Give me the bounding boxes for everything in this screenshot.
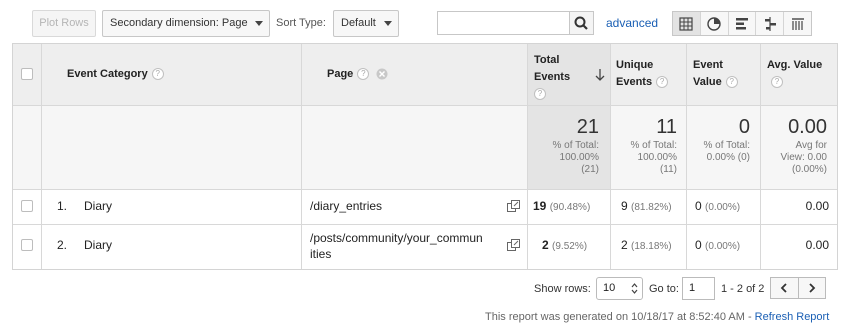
total-events-total: 21 [576,116,599,138]
pager [770,277,826,299]
pivot-view-button[interactable] [784,12,811,35]
secondary-dimension-select[interactable]: Secondary dimension: Page [102,10,270,37]
event-category-link[interactable]: Diary [84,238,112,252]
total-events-cell: 2 (9.52%) [542,238,588,252]
event-value-cell: 0 (0.00%) [695,199,741,213]
pie-view-icon [707,16,721,31]
pagination-range: 1 - 2 of 2 [721,283,765,295]
sort-type-label: Sort Type: [276,17,326,29]
stepper-icon [631,283,638,294]
plot-rows-button[interactable]: Plot Rows [32,10,96,37]
show-rows-label: Show rows: [534,283,591,295]
row-checkbox[interactable] [21,200,33,212]
help-icon[interactable]: ? [357,68,370,81]
avg-value-total-sub: Avg for View: 0.00 (0.00%) [780,140,827,175]
remove-dimension-icon[interactable] [376,68,388,80]
unique-events-total: 11 [656,116,677,138]
unique-events-cell: 9 (81.82%) [621,199,672,213]
event-value-total: 0 [738,116,750,138]
header-unique-events[interactable]: Unique Events? [616,57,669,91]
search-icon [574,16,588,30]
page-link[interactable]: /posts/community/your_commun ities [310,230,483,262]
event-value-total-sub: % of Total: 0.00% (0) [703,140,750,163]
next-page-button[interactable] [799,278,826,298]
view-switcher [672,11,812,36]
pie-view-button[interactable] [701,12,729,35]
help-icon[interactable]: ? [534,88,546,101]
pivot-view-icon [791,17,804,30]
comparison-view-button[interactable] [756,12,785,35]
show-rows-select[interactable]: 10 [596,277,643,300]
help-icon[interactable]: ? [151,68,164,81]
avg-value-cell: 0.00 [805,238,829,252]
header-event-category[interactable]: Event Category? [67,66,164,83]
total-events-cell: 19 (90.48%) [533,199,591,213]
header-avg-value[interactable]: Avg. Value ? [767,57,822,91]
event-value-cell: 0 (0.00%) [695,238,741,252]
goto-label: Go to: [649,283,679,295]
report-generated-text: This report was generated on 10/18/17 at… [485,311,830,323]
chevron-left-icon [780,283,787,293]
avg-value-cell: 0.00 [805,199,829,213]
table-view-icon [679,16,693,31]
avg-value-total: 0.00 [788,116,827,138]
chevron-down-icon [384,21,392,26]
header-total-events[interactable]: Total Events ? [534,52,570,103]
chevron-right-icon [809,283,816,293]
header-page[interactable]: Page? [327,66,388,83]
comparison-view-icon [764,16,776,31]
row-index: 1. [57,199,68,213]
external-link-icon[interactable] [507,199,520,212]
sort-type-value: Default [341,17,376,29]
table-view-button[interactable] [673,12,701,35]
unique-events-total-sub: % of Total: 100.00% (11) [630,140,677,175]
search-button[interactable] [569,11,594,35]
page-link[interactable]: /diary_entries [310,199,382,213]
event-category-link[interactable]: Diary [84,199,112,213]
performance-view-button[interactable] [729,12,757,35]
secondary-dimension-label: Secondary dimension: Page [110,17,248,29]
row-index: 2. [57,238,68,252]
report-table: Event Category? Page? Total Events ? Uni… [12,43,838,270]
refresh-report-link[interactable]: Refresh Report [755,311,830,323]
help-icon[interactable]: ? [725,76,738,89]
performance-view-icon [735,17,748,29]
advanced-link[interactable]: advanced [606,16,658,30]
row-checkbox[interactable] [21,239,33,251]
goto-input[interactable]: 1 [682,277,715,300]
external-link-icon[interactable] [507,238,520,251]
search-input[interactable] [437,11,569,35]
previous-page-button[interactable] [771,278,799,298]
sort-type-select[interactable]: Default [333,10,399,37]
help-icon[interactable]: ? [771,76,783,89]
sort-descending-icon[interactable] [595,68,605,86]
select-all-checkbox[interactable] [21,68,33,80]
total-events-total-sub: % of Total: 100.00% (21) [552,140,599,175]
chevron-down-icon [255,21,263,26]
header-event-value[interactable]: Event Value? [693,57,738,91]
help-icon[interactable]: ? [656,76,669,89]
unique-events-cell: 2 (18.18%) [621,238,672,252]
